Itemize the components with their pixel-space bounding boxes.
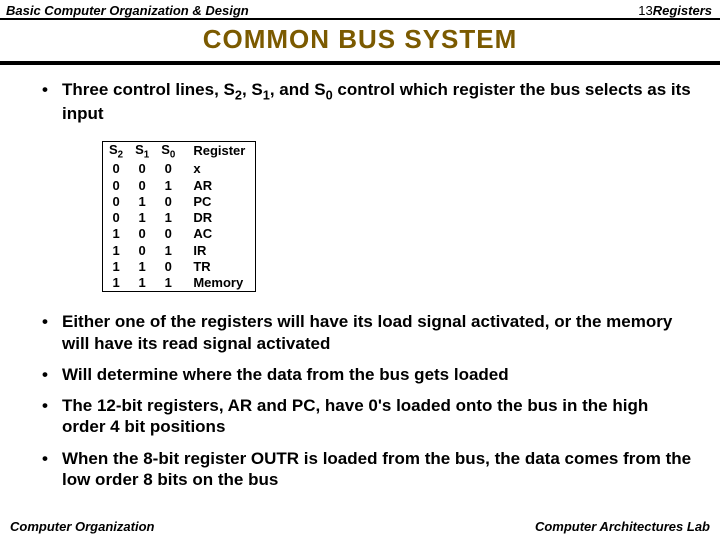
table-row: 010PC: [103, 194, 255, 210]
header-right: Registers: [653, 3, 712, 18]
th-s0: S0: [155, 142, 181, 162]
slide-content: Three control lines, S2, S1, and S0 cont…: [0, 65, 720, 490]
header-left: Basic Computer Organization & Design: [6, 3, 558, 18]
bullet-3: The 12-bit registers, AR and PC, have 0'…: [42, 395, 692, 438]
footer-left: Computer Organization: [10, 519, 154, 534]
bullet-list-2: Either one of the registers will have it…: [28, 311, 692, 490]
bullet-4: When the 8-bit register OUTR is loaded f…: [42, 448, 692, 491]
table-row: 101IR: [103, 243, 255, 259]
bullet-list: Three control lines, S2, S1, and S0 cont…: [28, 79, 692, 125]
selection-table: S2 S1 S0 Register 000x 001AR 010PC 011DR…: [103, 142, 255, 292]
page-number: 13: [638, 3, 652, 18]
bullet1-mid1: , S: [242, 80, 263, 99]
table-row: 100AC: [103, 226, 255, 242]
th-s2: S2: [103, 142, 129, 162]
bullet1-mid2: , and S: [270, 80, 326, 99]
bullet-2-sub: Will determine where the data from the b…: [42, 364, 692, 385]
bullet-2: Either one of the registers will have it…: [42, 311, 692, 354]
bullet-1: Three control lines, S2, S1, and S0 cont…: [42, 79, 692, 125]
footer-right: Computer Architectures Lab: [535, 519, 710, 534]
sub-1: 1: [263, 87, 270, 102]
selection-table-wrap: S2 S1 S0 Register 000x 001AR 010PC 011DR…: [102, 141, 256, 293]
th-register: Register: [181, 142, 255, 162]
sub-2: 2: [235, 87, 242, 102]
table-row: 000x: [103, 161, 255, 177]
slide-footer: Computer Organization Computer Architect…: [0, 519, 720, 534]
sub-0: 0: [326, 87, 333, 102]
table-row: 001AR: [103, 178, 255, 194]
table-header-row: S2 S1 S0 Register: [103, 142, 255, 162]
table-row: 011DR: [103, 210, 255, 226]
table-row: 110TR: [103, 259, 255, 275]
table-row: 111Memory: [103, 275, 255, 291]
bullet1-pre: Three control lines, S: [62, 80, 235, 99]
slide-header: Basic Computer Organization & Design 13 …: [0, 0, 720, 18]
slide-title: COMMON BUS SYSTEM: [0, 20, 720, 61]
th-s1: S1: [129, 142, 155, 162]
table-body: 000x 001AR 010PC 011DR 100AC 101IR 110TR…: [103, 161, 255, 291]
